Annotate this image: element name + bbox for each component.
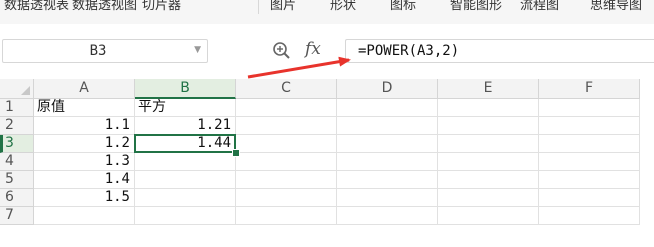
ribbon-item-shape[interactable]: 形状 xyxy=(330,0,356,13)
cell-e7[interactable] xyxy=(438,207,539,225)
select-all-corner[interactable] xyxy=(0,79,34,99)
column-header-e[interactable]: E xyxy=(438,79,539,99)
cell-e3[interactable] xyxy=(438,135,539,153)
cell-c3[interactable] xyxy=(236,135,337,153)
cell-f2[interactable] xyxy=(539,117,640,135)
cell-e6[interactable] xyxy=(438,189,539,207)
ribbon-item-slicer[interactable]: 切片器 xyxy=(142,0,181,13)
cell-d5[interactable] xyxy=(337,171,438,189)
cell-a4[interactable]: 1.3 xyxy=(34,153,135,171)
column-header-d[interactable]: D xyxy=(337,79,438,99)
ribbon-item-smart-graphic[interactable]: 智能图形 xyxy=(450,0,502,13)
cell-f6[interactable] xyxy=(539,189,640,207)
ribbon-item-pivot-table[interactable]: 数据透视表 xyxy=(4,0,69,13)
cell-c2[interactable] xyxy=(236,117,337,135)
row-header-4[interactable]: 4 xyxy=(0,153,34,171)
row-header-1[interactable]: 1 xyxy=(0,99,34,117)
column-header-c[interactable]: C xyxy=(236,79,337,99)
formula-input[interactable]: =POWER(A3,2) xyxy=(345,39,654,63)
cell-a7[interactable] xyxy=(34,207,135,225)
cell-f1[interactable] xyxy=(539,99,640,117)
cell-e2[interactable] xyxy=(438,117,539,135)
row-header-6[interactable]: 6 xyxy=(0,189,34,207)
cell-c5[interactable] xyxy=(236,171,337,189)
row-header-2[interactable]: 2 xyxy=(0,117,34,135)
insert-function-icon[interactable]: fx xyxy=(305,39,321,59)
ribbon-item-picture[interactable]: 图片 xyxy=(270,0,296,13)
cell-f4[interactable] xyxy=(539,153,640,171)
cell-b1[interactable]: 平方 xyxy=(135,99,236,117)
select-all-triangle-icon xyxy=(21,86,30,95)
sheet-grid: A B C D E F 1 原值 平方 2 1.1 1.21 3 1.2 1.44 4 1.3 5 1.4 6 1.5 7 xyxy=(0,79,654,247)
name-box-value: B3 xyxy=(89,43,107,59)
cell-d2[interactable] xyxy=(337,117,438,135)
cell-d1[interactable] xyxy=(337,99,438,117)
ribbon-divider xyxy=(258,0,259,14)
name-box[interactable]: B3 ▼ xyxy=(2,39,208,63)
cell-c4[interactable] xyxy=(236,153,337,171)
ribbon-item-mind-map[interactable]: 思维导图 xyxy=(590,0,642,13)
cell-b2[interactable]: 1.21 xyxy=(135,117,236,135)
ribbon-toolbar: 数据透视表 数据透视图 切片器 图片 形状 图标 智能图形 流程图 思维导图 xyxy=(0,0,654,24)
ribbon-item-icon[interactable]: 图标 xyxy=(390,0,416,13)
cell-d3[interactable] xyxy=(337,135,438,153)
cell-b3[interactable]: 1.44 xyxy=(135,135,236,153)
cell-d4[interactable] xyxy=(337,153,438,171)
zoom-magnifier-icon[interactable] xyxy=(272,41,292,61)
cell-a6[interactable]: 1.5 xyxy=(34,189,135,207)
cell-c1[interactable] xyxy=(236,99,337,117)
ribbon-item-pivot-chart[interactable]: 数据透视图 xyxy=(72,0,137,13)
column-header-a[interactable]: A xyxy=(34,79,135,99)
cell-f5[interactable] xyxy=(539,171,640,189)
chevron-down-icon[interactable]: ▼ xyxy=(194,45,201,55)
ribbon-spacer xyxy=(0,24,654,38)
ribbon-item-flowchart[interactable]: 流程图 xyxy=(520,0,559,13)
row-header-3[interactable]: 3 xyxy=(0,135,34,153)
cell-d7[interactable] xyxy=(337,207,438,225)
cell-a3[interactable]: 1.2 xyxy=(34,135,135,153)
spreadsheet-window: 数据透视表 数据透视图 切片器 图片 形状 图标 智能图形 流程图 思维导图 B… xyxy=(0,0,654,247)
row-header-5[interactable]: 5 xyxy=(0,171,34,189)
cell-d6[interactable] xyxy=(337,189,438,207)
formula-bar: B3 ▼ fx =POWER(A3,2) xyxy=(0,38,654,66)
column-header-b[interactable]: B xyxy=(135,79,236,99)
row-header-7[interactable]: 7 xyxy=(0,207,34,225)
cell-b5[interactable] xyxy=(135,171,236,189)
cell-e1[interactable] xyxy=(438,99,539,117)
cell-e4[interactable] xyxy=(438,153,539,171)
cell-b4[interactable] xyxy=(135,153,236,171)
cell-f3[interactable] xyxy=(539,135,640,153)
cell-e5[interactable] xyxy=(438,171,539,189)
cell-a1[interactable]: 原值 xyxy=(34,99,135,117)
cell-a2[interactable]: 1.1 xyxy=(34,117,135,135)
cell-c7[interactable] xyxy=(236,207,337,225)
cell-f7[interactable] xyxy=(539,207,640,225)
column-header-f[interactable]: F xyxy=(539,79,640,99)
formula-text: =POWER(A3,2) xyxy=(358,43,460,59)
fill-handle[interactable] xyxy=(232,149,240,157)
cell-c6[interactable] xyxy=(236,189,337,207)
cell-a5[interactable]: 1.4 xyxy=(34,171,135,189)
cell-b7[interactable] xyxy=(135,207,236,225)
cell-b6[interactable] xyxy=(135,189,236,207)
